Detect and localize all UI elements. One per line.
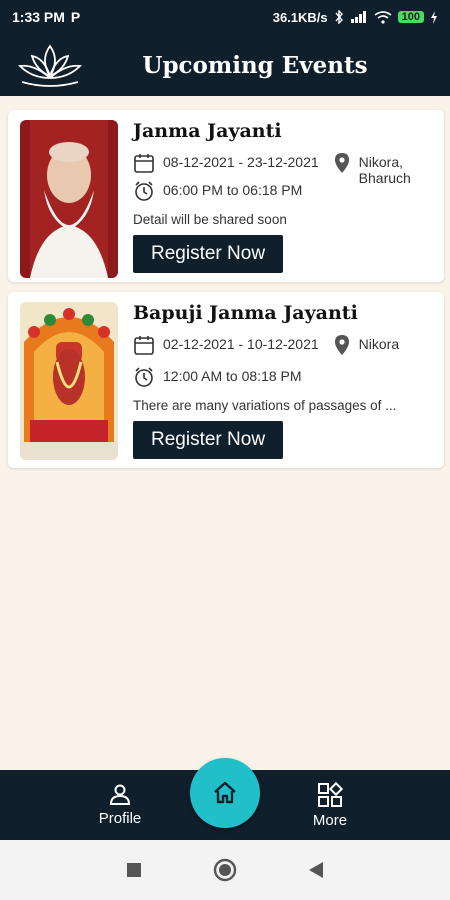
status-bar: 1:33 PM P 36.1KB/s 100 [0, 0, 450, 34]
register-now-button[interactable]: Register Now [133, 421, 284, 459]
alarm-clock-icon [135, 181, 153, 201]
event-title: Janma Jayanti [133, 120, 282, 142]
back-triangle-icon[interactable] [308, 861, 324, 879]
event-location-line1: Nikora [358, 336, 400, 352]
nav-profile-label: Profile [98, 810, 142, 827]
network-speed: 36.1KB/s [272, 9, 328, 25]
bluetooth-icon [335, 10, 343, 24]
event-location-line2: Bharuch [358, 170, 411, 186]
location-pin-icon [334, 153, 349, 173]
location-pin-icon [334, 335, 349, 355]
event-image [20, 302, 118, 460]
event-location-line1: Nikora, [358, 154, 404, 170]
event-date-range: 02-12-2021 - 10-12-2021 [163, 336, 319, 352]
event-card[interactable]: Bapuji Janma Jayanti 02-12-2021 - 10-12-… [8, 292, 444, 468]
home-icon [214, 781, 236, 804]
signal-icon [350, 11, 366, 23]
app-notification-icon: P [70, 9, 81, 25]
page-title: Upcoming Events [142, 51, 368, 79]
charging-icon [431, 10, 437, 24]
alarm-clock-icon [135, 367, 153, 387]
event-title: Bapuji Janma Jayanti [133, 302, 358, 324]
calendar-icon [134, 154, 154, 173]
apps-grid-icon [318, 782, 343, 807]
event-date-range: 08-12-2021 - 23-12-2021 [163, 154, 319, 170]
event-time-range: 12:00 AM to 08:18 PM [163, 368, 302, 384]
battery-indicator: 100 [397, 11, 424, 23]
nav-more[interactable]: More [302, 782, 358, 829]
nav-more-label: More [312, 812, 348, 829]
event-card[interactable]: Janma Jayanti 08-12-2021 - 23-12-2021 Ni… [8, 110, 444, 282]
wifi-icon [374, 10, 392, 24]
event-image [20, 120, 118, 278]
event-detail: There are many variations of passages of… [133, 398, 397, 413]
home-circle-icon[interactable] [213, 858, 237, 882]
home-button[interactable] [190, 758, 260, 828]
app-bar: Upcoming Events [0, 34, 450, 96]
register-now-button[interactable]: Register Now [133, 235, 284, 273]
status-time: 1:33 PM [12, 9, 65, 25]
event-detail: Detail will be shared soon [133, 212, 287, 227]
event-time-range: 06:00 PM to 06:18 PM [163, 182, 303, 198]
person-icon [109, 784, 131, 805]
nav-profile[interactable]: Profile [92, 782, 148, 827]
calendar-icon [134, 336, 154, 355]
events-list: Janma Jayanti 08-12-2021 - 23-12-2021 Ni… [0, 96, 450, 770]
system-navigation-bar [0, 840, 450, 900]
recent-apps-icon[interactable] [126, 862, 142, 878]
